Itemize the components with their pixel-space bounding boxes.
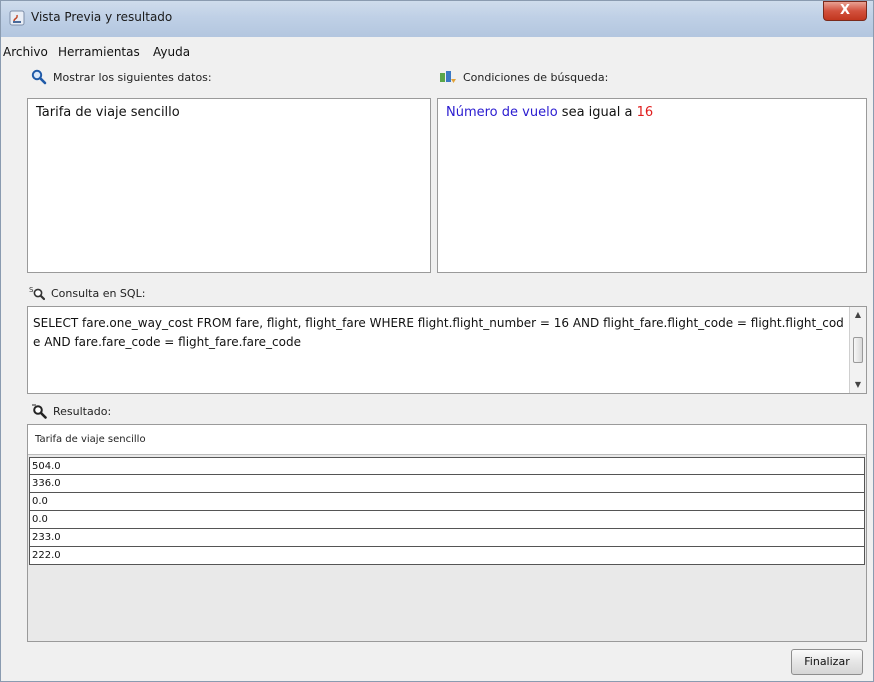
display-data-label: Mostrar los siguientes datos: (53, 70, 212, 84)
title-bar[interactable]: Vista Previa y resultado X (1, 1, 873, 37)
cell: 233.0 (32, 532, 61, 543)
condition-field[interactable]: Número de vuelo (446, 105, 558, 120)
column-header: Tarifa de viaje sencillo (35, 434, 146, 445)
menu-bar: Archivo Herramientas Ayuda (1, 37, 873, 63)
condition-operator[interactable]: sea igual a (562, 105, 633, 120)
menu-herramientas[interactable]: Herramientas (58, 45, 140, 59)
sql-query-text: SELECT fare.one_way_cost FROM fare, flig… (33, 316, 844, 349)
preview-results-window: Vista Previa y resultado X Archivo Herra… (0, 0, 874, 682)
condition-line: Número de vuelo sea igual a 16 (438, 99, 866, 126)
sql-label: Consulta en SQL: (51, 286, 146, 300)
conditions-box[interactable]: Número de vuelo sea igual a 16 (437, 98, 867, 273)
table-row[interactable]: 0.0 (29, 511, 865, 529)
svg-text:S: S (29, 286, 34, 294)
sql-label-row: S Consulta en SQL: (29, 285, 145, 301)
table-row[interactable]: 336.0 (29, 475, 865, 493)
display-data-label-row: Mostrar los siguientes datos: (31, 69, 212, 85)
display-data-box[interactable]: Tarifa de viaje sencillo (27, 98, 431, 273)
filter-conditions-icon (440, 71, 456, 83)
table-row[interactable]: 504.0 (29, 457, 865, 475)
table-row[interactable]: 0.0 (29, 493, 865, 511)
table-header[interactable]: Tarifa de viaje sencillo (28, 425, 866, 455)
cell: 222.0 (32, 550, 61, 561)
menu-archivo[interactable]: Archivo (3, 45, 48, 59)
scroll-up-icon[interactable]: ▲ (850, 307, 866, 323)
table-rows: 504.0 336.0 0.0 0.0 233.0 222.0 (28, 457, 866, 565)
finish-button[interactable]: Finalizar (791, 649, 863, 675)
window-title: Vista Previa y resultado (31, 10, 173, 24)
scroll-thumb[interactable] (853, 337, 863, 363)
java-app-icon (9, 10, 25, 26)
cell: 0.0 (32, 514, 48, 525)
menu-ayuda[interactable]: Ayuda (153, 45, 190, 59)
display-data-text: Tarifa de viaje sencillo (36, 105, 180, 120)
conditions-label: Condiciones de búsqueda: (463, 70, 609, 84)
result-label: Resultado: (53, 404, 112, 418)
result-search-icon (32, 404, 47, 419)
scroll-down-icon[interactable]: ▼ (850, 377, 866, 393)
search-icon (31, 69, 47, 85)
result-table: Tarifa de viaje sencillo 504.0 336.0 0.0… (27, 424, 867, 642)
cell: 0.0 (32, 496, 48, 507)
condition-value[interactable]: 16 (637, 105, 654, 120)
table-row[interactable]: 222.0 (29, 547, 865, 565)
result-label-row: Resultado: (31, 403, 111, 419)
sql-scrollbar[interactable]: ▲ ▼ (849, 307, 866, 393)
cell: 504.0 (32, 461, 61, 472)
close-button[interactable]: X (823, 1, 867, 21)
conditions-label-row: Condiciones de búsqueda: (439, 69, 608, 85)
sql-query-box[interactable]: SELECT fare.one_way_cost FROM fare, flig… (27, 306, 867, 394)
sql-query-icon: S (29, 286, 45, 301)
table-row[interactable]: 233.0 (29, 529, 865, 547)
cell: 336.0 (32, 478, 61, 489)
